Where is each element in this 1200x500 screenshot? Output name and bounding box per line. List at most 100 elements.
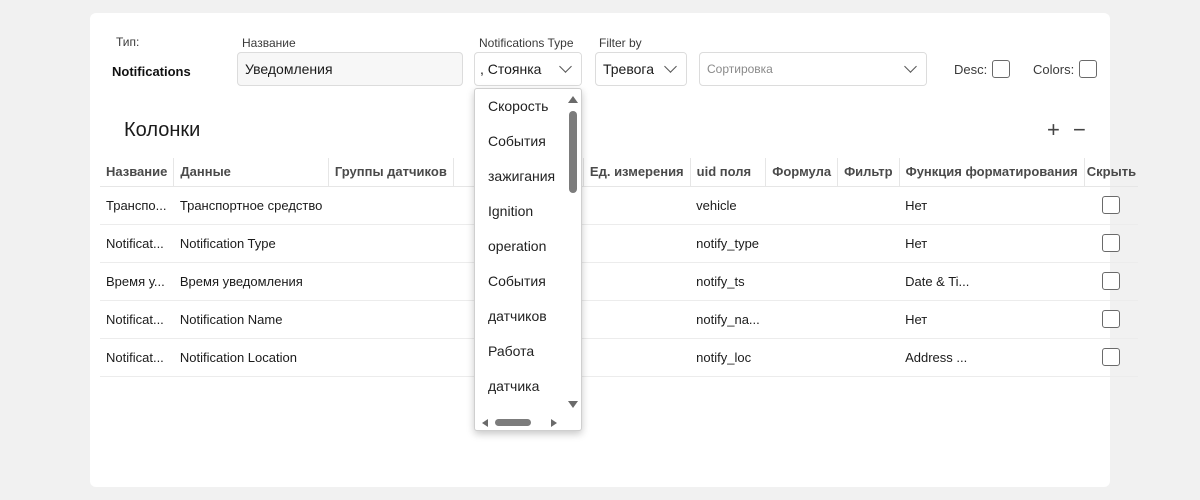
cell-empty[interactable] — [765, 262, 838, 301]
cell-function[interactable]: Date & Ti... — [899, 262, 1085, 301]
table-row[interactable]: Транспо... Транспортное средство vehicle Не… — [100, 186, 1139, 225]
cell-empty[interactable] — [765, 300, 838, 339]
cell-empty[interactable] — [583, 262, 691, 301]
scroll-down-arrow-icon[interactable] — [568, 401, 578, 408]
table-row[interactable]: Notificat... Notification Name notify_na..… — [100, 300, 1139, 339]
dropdown-option[interactable]: Работа — [488, 343, 534, 359]
cell-empty[interactable] — [328, 338, 454, 377]
chevron-down-icon — [892, 53, 926, 85]
col-header[interactable]: uid поля — [690, 158, 767, 187]
cell-name[interactable]: Транспо... — [100, 186, 174, 225]
dropdown-option[interactable]: operation — [488, 238, 546, 254]
cell-uid[interactable]: notify_ts — [690, 262, 766, 301]
cell-function[interactable]: Нет — [899, 224, 1085, 263]
type-value: Notifications — [112, 64, 191, 79]
cell-empty[interactable] — [837, 186, 900, 225]
cell-empty[interactable] — [765, 338, 838, 377]
col-header[interactable]: Формула — [765, 158, 839, 187]
dropdown-option[interactable]: датчиков — [488, 308, 547, 324]
cell-uid[interactable]: notify_type — [690, 224, 766, 263]
colors-label: Colors: — [1033, 61, 1075, 77]
filter-by-value: Тревога — [603, 61, 654, 77]
cell-empty[interactable] — [583, 300, 691, 339]
report-settings-card: Тип: Notifications Название Уведомления … — [90, 13, 1139, 487]
dropdown-horizontal-scrollbar[interactable] — [495, 419, 531, 426]
columns-title: Колонки — [124, 119, 201, 141]
col-header[interactable]: Ед. измерения — [583, 158, 691, 187]
cell-empty[interactable] — [837, 262, 900, 301]
cell-name[interactable]: Время у... — [100, 262, 174, 301]
cell-hide — [1084, 262, 1139, 301]
cell-name[interactable]: Notificat... — [100, 338, 174, 377]
table-header-row: Название Данные Группы датчиков Options … — [100, 158, 1139, 187]
col-header[interactable]: Данные — [173, 158, 329, 187]
cell-uid[interactable]: notify_na... — [690, 300, 766, 339]
name-input[interactable]: Уведомления — [237, 52, 463, 86]
cell-empty[interactable] — [765, 186, 838, 225]
hide-checkbox[interactable] — [1102, 348, 1121, 366]
name-label: Название — [242, 36, 296, 50]
cell-uid[interactable]: notify_loc — [690, 338, 766, 377]
table-row[interactable]: Notificat... Notification Type notify_type… — [100, 224, 1139, 263]
hide-checkbox[interactable] — [1102, 196, 1121, 214]
cell-data[interactable]: Транспортное средство — [173, 186, 329, 225]
col-header[interactable]: Скрыть — [1084, 158, 1139, 187]
cell-data[interactable]: Notification Name — [173, 300, 329, 339]
scroll-left-arrow-icon[interactable] — [482, 419, 488, 427]
sort-select[interactable]: Сортировка — [699, 52, 927, 86]
colors-toggle[interactable]: Colors: — [1033, 60, 1098, 78]
col-header[interactable]: Фильтр — [837, 158, 900, 187]
cell-empty[interactable] — [583, 338, 691, 377]
name-input-value: Уведомления — [245, 61, 333, 77]
cell-function[interactable]: Нет — [899, 186, 1085, 225]
hide-checkbox[interactable] — [1102, 272, 1121, 290]
filter-by-select[interactable]: Тревога — [595, 52, 687, 86]
cell-function[interactable]: Address ... — [899, 338, 1085, 377]
notifications-type-dropdown[interactable]: Скорость События зажигания Ignition operatio… — [474, 88, 582, 431]
cell-hide — [1084, 224, 1139, 263]
colors-checkbox[interactable] — [1079, 60, 1098, 78]
cell-empty[interactable] — [837, 338, 900, 377]
notifications-type-value: , Стоянка — [480, 61, 542, 77]
cell-data[interactable]: Notification Type — [173, 224, 329, 263]
dropdown-option[interactable]: События — [488, 133, 546, 149]
cell-uid[interactable]: vehicle — [690, 186, 766, 225]
col-header[interactable]: Функция форматирования — [899, 158, 1085, 187]
filter-by-label: Filter by — [599, 36, 642, 50]
cell-hide — [1084, 300, 1139, 339]
hide-checkbox[interactable] — [1102, 234, 1121, 252]
dropdown-vertical-scrollbar[interactable] — [569, 111, 577, 193]
table-row[interactable]: Время у... Время уведомления notify_ts Date… — [100, 262, 1139, 301]
cell-empty[interactable] — [583, 224, 691, 263]
cell-empty[interactable] — [837, 300, 900, 339]
scroll-right-arrow-icon[interactable] — [551, 419, 557, 427]
cell-data[interactable]: Время уведомления — [173, 262, 329, 301]
col-header[interactable]: Название — [100, 158, 175, 187]
chevron-down-icon — [551, 53, 581, 85]
cell-empty[interactable] — [328, 186, 454, 225]
remove-column-button[interactable]: − — [1073, 117, 1086, 143]
desc-toggle[interactable]: Desc: — [954, 60, 1011, 78]
cell-data[interactable]: Notification Location — [173, 338, 329, 377]
cell-empty[interactable] — [328, 300, 454, 339]
notifications-type-select[interactable]: , Стоянка — [474, 52, 582, 86]
dropdown-option[interactable]: Скорость — [488, 98, 548, 114]
cell-empty[interactable] — [328, 224, 454, 263]
cell-function[interactable]: Нет — [899, 300, 1085, 339]
dropdown-option[interactable]: зажигания — [488, 168, 555, 184]
add-column-button[interactable]: + — [1047, 117, 1060, 143]
cell-empty[interactable] — [328, 262, 454, 301]
cell-name[interactable]: Notificat... — [100, 224, 174, 263]
col-header[interactable]: Группы датчиков — [328, 158, 454, 187]
cell-empty[interactable] — [765, 224, 838, 263]
table-row[interactable]: Notificat... Notification Location notify_… — [100, 338, 1139, 377]
dropdown-option[interactable]: Ignition — [488, 203, 533, 219]
cell-empty[interactable] — [837, 224, 900, 263]
scroll-up-arrow-icon[interactable] — [568, 96, 578, 103]
desc-checkbox[interactable] — [992, 60, 1011, 78]
cell-name[interactable]: Notificat... — [100, 300, 174, 339]
cell-empty[interactable] — [583, 186, 691, 225]
dropdown-option[interactable]: События — [488, 273, 546, 289]
dropdown-option[interactable]: датчика — [488, 378, 539, 394]
hide-checkbox[interactable] — [1102, 310, 1121, 328]
